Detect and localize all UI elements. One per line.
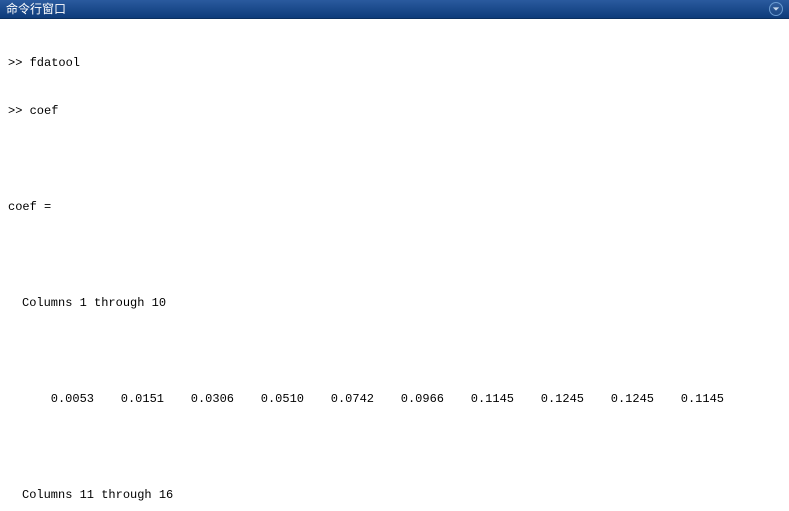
dropdown-button[interactable]: [769, 2, 783, 16]
value-cell: 0.0053: [32, 391, 102, 407]
command-output[interactable]: >> fdatool >> coef coef = Columns 1 thro…: [0, 19, 789, 511]
command-line: >> coef: [0, 103, 789, 119]
value-cell: 0.1245: [522, 391, 592, 407]
data-row: 0.0053 0.0151 0.0306 0.0510 0.0742 0.096…: [0, 391, 789, 407]
blank-line: [0, 343, 789, 359]
value-cell: 0.1145: [452, 391, 522, 407]
value-cell: 0.1245: [592, 391, 662, 407]
column-range-label: Columns 11 through 16: [0, 487, 789, 503]
titlebar: 命令行窗口: [0, 0, 789, 19]
window-title: 命令行窗口: [6, 0, 66, 19]
value-cell: 0.0742: [312, 391, 382, 407]
value-cell: 0.1145: [662, 391, 732, 407]
value-cell: 0.0306: [172, 391, 242, 407]
value-cell: 0.0151: [102, 391, 172, 407]
column-range-label: Columns 1 through 10: [0, 295, 789, 311]
chevron-down-icon: [772, 5, 780, 13]
value-cell: 0.0510: [242, 391, 312, 407]
blank-line: [0, 247, 789, 263]
command-line: >> fdatool: [0, 55, 789, 71]
blank-line: [0, 151, 789, 167]
variable-header: coef =: [0, 199, 789, 215]
blank-line: [0, 439, 789, 455]
value-cell: 0.0966: [382, 391, 452, 407]
